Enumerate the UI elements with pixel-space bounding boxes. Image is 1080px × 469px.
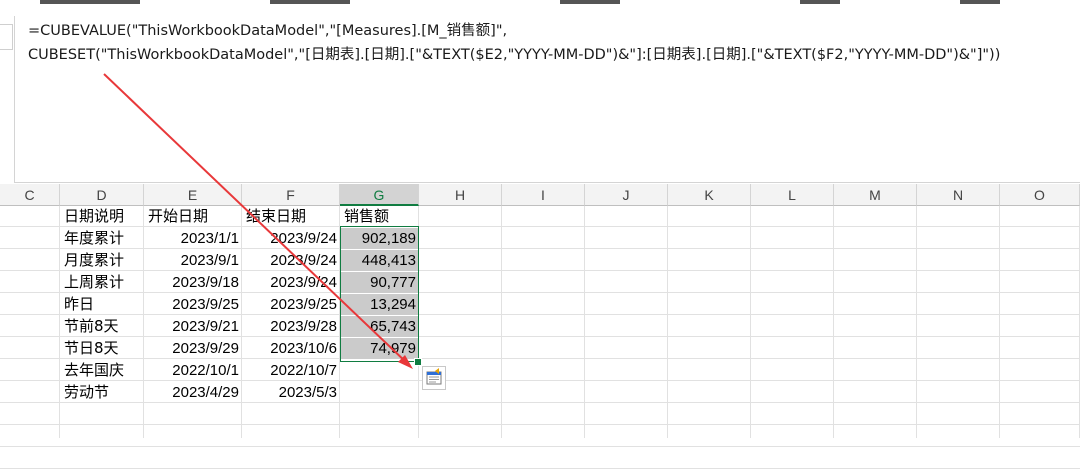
row-gridline (0, 446, 1080, 447)
red-arrow-icon (103, 73, 413, 369)
